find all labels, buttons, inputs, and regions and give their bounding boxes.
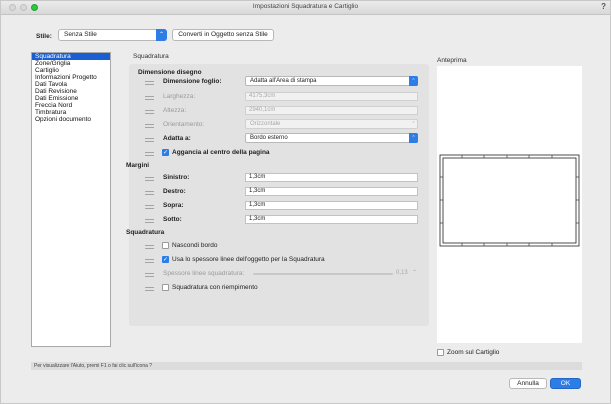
orientation-value: Orizzontale: [250, 121, 281, 127]
sidebar-item[interactable]: Squadratura: [32, 53, 110, 60]
title-bar[interactable]: Impostazioni Squadratura e Cartiglio ?: [1, 1, 610, 15]
hide-border-label: Nascondi bordo: [172, 242, 218, 249]
margin-left-field[interactable]: 1,3cm: [245, 173, 418, 182]
cancel-button[interactable]: Annulla: [509, 378, 547, 389]
margin-right-field[interactable]: 1,3cm: [245, 187, 418, 196]
row-lock-icon[interactable]: [145, 189, 154, 196]
zoom-title-block-checkbox[interactable]: [437, 349, 444, 356]
row-lock-icon[interactable]: [145, 79, 154, 86]
height-field[interactable]: 2940,1cm: [245, 106, 418, 115]
row-lock-icon[interactable]: [145, 243, 154, 250]
height-label: Altezza:: [163, 107, 187, 114]
orientation-label: Orientamento:: [163, 121, 205, 128]
width-label: Larghezza:: [163, 93, 196, 100]
line-thickness-label: Spessore linee squadratura:: [163, 270, 245, 277]
row-lock-icon[interactable]: [145, 136, 154, 143]
row-lock-icon[interactable]: [145, 217, 154, 224]
use-object-thickness-label: Usa lo spessore linee dell'oggetto per l…: [172, 256, 325, 263]
fit-to-select[interactable]: Bordo esterno ⌃: [245, 133, 418, 143]
sheet-size-value: Adatta all'Area di stampa: [250, 78, 317, 84]
chevron-updown-icon: ⌃: [409, 76, 418, 86]
line-thickness-value: 0,13: [396, 270, 408, 276]
row-lock-icon[interactable]: [145, 108, 154, 115]
use-object-thickness-checkbox[interactable]: ✓: [162, 256, 169, 263]
fill-border-checkbox[interactable]: [162, 284, 169, 291]
help-icon[interactable]: ?: [601, 2, 606, 11]
sidebar-item[interactable]: Timbratura: [32, 109, 110, 116]
group-header-dimensione: Dimensione disegno: [138, 69, 202, 76]
row-lock-icon[interactable]: [145, 285, 154, 292]
hide-border-checkbox[interactable]: [162, 242, 169, 249]
row-lock-icon[interactable]: [145, 150, 154, 157]
snap-center-label: Aggancia al centro della pagina: [172, 149, 270, 156]
row-lock-icon[interactable]: [145, 271, 154, 278]
style-label: Stile:: [36, 33, 52, 40]
style-select-value: Senza Stile: [64, 31, 97, 38]
zoom-title-block-label: Zoom sul Cartiglio: [447, 349, 500, 356]
row-lock-icon[interactable]: [145, 203, 154, 210]
margin-bottom-label: Sotto:: [163, 216, 182, 223]
sidebar-item[interactable]: Dati Tavola: [32, 81, 110, 88]
margin-left-label: Sinistro:: [163, 174, 190, 181]
sheet-preview-drawing: [439, 154, 580, 247]
convert-to-unstyled-button[interactable]: Converti in Oggetto senza Stile: [172, 29, 274, 41]
fit-to-value: Bordo esterno: [250, 135, 288, 141]
sheet-size-select[interactable]: Adatta all'Area di stampa ⌃: [245, 76, 418, 86]
margin-right-label: Destro:: [163, 188, 186, 195]
group-header-margini: Margini: [126, 162, 150, 169]
sidebar-item[interactable]: Opzioni documento: [32, 116, 110, 123]
fit-to-label: Adatta a:: [163, 135, 191, 142]
row-lock-icon[interactable]: [145, 94, 154, 101]
style-select[interactable]: Senza Stile ⌃: [58, 29, 167, 41]
sidebar-item[interactable]: Informazioni Progetto: [32, 74, 110, 81]
row-lock-icon[interactable]: [145, 122, 154, 129]
width-field[interactable]: 4175,3cm: [245, 92, 418, 101]
chevron-updown-icon: ⌃: [409, 133, 418, 143]
dialog-window: Impostazioni Squadratura e Cartiglio ? S…: [0, 0, 611, 404]
ok-button[interactable]: OK: [550, 378, 581, 389]
category-list: Squadratura Zone/Griglia Cartiglio Informaz…: [31, 52, 111, 347]
margin-top-label: Sopra:: [163, 202, 184, 209]
sidebar-item[interactable]: Freccia Nord: [32, 102, 110, 109]
preview-title: Anteprima: [437, 57, 467, 64]
margin-bottom-field[interactable]: 1,3cm: [245, 215, 418, 224]
row-lock-icon[interactable]: [145, 175, 154, 182]
sidebar-item[interactable]: Zone/Griglia: [32, 60, 110, 67]
stepper-icon[interactable]: ⌃: [412, 269, 417, 276]
sidebar-item[interactable]: Cartiglio: [32, 67, 110, 74]
chevron-updown-icon: ⌃: [156, 29, 167, 41]
preview-canvas: [437, 66, 582, 343]
window-title: Impostazioni Squadratura e Cartiglio: [252, 3, 359, 10]
line-thickness-slider[interactable]: [253, 273, 393, 275]
settings-panel: Dimensione disegno Dimensione foglio: Ad…: [126, 64, 429, 326]
snap-center-checkbox[interactable]: ✓: [162, 149, 169, 156]
margin-top-field[interactable]: 1,3cm: [245, 201, 418, 210]
group-header-squadratura: Squadratura: [126, 229, 165, 236]
row-lock-icon[interactable]: [145, 257, 154, 264]
sidebar-item[interactable]: Dati Revisione: [32, 88, 110, 95]
section-title: Squadratura: [133, 53, 169, 60]
fill-border-label: Squadratura con riempimento: [172, 284, 258, 291]
help-status-bar: Per visualizzare l'Aiuto, premi F1 o fai…: [31, 362, 582, 370]
chevron-updown-icon: ⌃: [411, 121, 416, 127]
sheet-size-label: Dimensione foglio:: [163, 78, 222, 85]
orientation-select[interactable]: Orizzontale ⌃: [245, 119, 418, 129]
sidebar-item[interactable]: Dati Emissione: [32, 95, 110, 102]
